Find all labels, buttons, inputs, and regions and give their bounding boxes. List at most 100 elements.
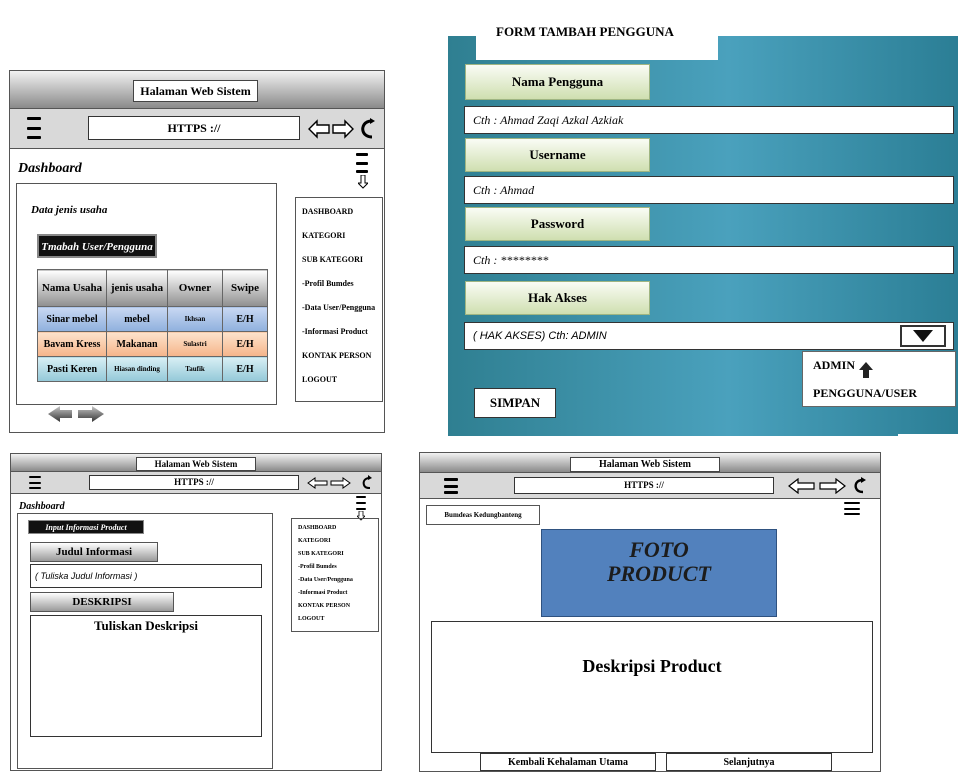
title-bar: Halaman Web Sistem — [11, 454, 381, 472]
back-forward-icon[interactable] — [788, 478, 846, 494]
menu-item-kategori[interactable]: KATEGORI — [302, 231, 345, 240]
table-cell: Ikhsan — [167, 306, 223, 332]
form-title: FORM TAMBAH PENGGUNA — [496, 24, 674, 39]
chevron-down-icon — [913, 330, 933, 342]
hamburger-icon[interactable] — [444, 478, 458, 494]
menu-item-kategori[interactable]: KATEGORI — [298, 538, 331, 544]
username-input[interactable]: Cth : Ahmad — [464, 176, 954, 204]
table-cell: mebel — [106, 306, 168, 332]
menu-item-logout[interactable]: LOGOUT — [298, 616, 324, 622]
menu-item-profil[interactable]: -Profil Bumdes — [298, 564, 337, 570]
menu-item-sub-kategori[interactable]: SUB KATEGORI — [302, 255, 363, 264]
username-input-text: Cth : Ahmad — [473, 182, 535, 197]
section-label: Data jenis usaha — [31, 204, 108, 216]
column-header[interactable]: jenis usaha — [106, 269, 168, 307]
password-input[interactable]: Cth : ******** — [464, 246, 954, 274]
dropdown-button[interactable] — [900, 325, 946, 347]
column-header[interactable]: Owner — [167, 269, 223, 307]
reload-icon[interactable] — [358, 117, 378, 141]
name-input[interactable]: Cth : Ahmad Zaqi Azkal Azkiak — [464, 106, 954, 134]
menu-item-kontak[interactable]: KONTAK PERSON — [298, 603, 350, 609]
option-admin[interactable]: ADMIN — [813, 358, 855, 373]
reload-icon[interactable] — [852, 477, 868, 495]
column-header[interactable]: Swipe — [222, 269, 268, 307]
desc-input-text: Tuliskan Deskripsi — [94, 618, 198, 633]
reload-icon[interactable] — [361, 475, 373, 491]
access-select[interactable]: ( HAK AKSES) Cth: ADMIN — [464, 322, 954, 350]
password-label: Password — [465, 207, 650, 241]
title-bar: Halaman Web Sistem — [10, 71, 384, 109]
desc-label: DESKRIPSI — [30, 592, 174, 612]
browser-toolbar: HTTPS :// — [11, 472, 381, 494]
pagination-arrows-icon[interactable] — [46, 405, 106, 423]
username-label: Username — [465, 138, 650, 172]
table-cell: Taufik — [167, 356, 223, 382]
menu-item-informasi[interactable]: -Informasi Product — [298, 590, 347, 596]
password-input-text: Cth : ******** — [473, 252, 549, 267]
menu-item-sub-kategori[interactable]: SUB KATEGORI — [298, 551, 344, 557]
product-detail-mockup: Halaman Web Sistem HTTPS :// Bumdeas Ked… — [419, 452, 881, 772]
access-label: Hak Akses — [465, 281, 650, 315]
browser-toolbar: HTTPS :// — [10, 109, 384, 149]
menu-item-logout[interactable]: LOGOUT — [302, 375, 337, 384]
option-user[interactable]: PENGGUNA/USER — [813, 386, 917, 401]
back-forward-icon[interactable] — [308, 119, 354, 139]
desc-input[interactable]: Tuliskan Deskripsi — [30, 615, 262, 737]
swipe-cell[interactable]: E/H — [222, 331, 268, 357]
description-text: Deskripsi Product — [582, 656, 722, 676]
menu-item-profil[interactable]: -Profil Bumdes — [302, 279, 354, 288]
url-bar[interactable]: HTTPS :// — [514, 477, 774, 494]
page-title: Dashboard — [19, 501, 65, 512]
panel-divider — [898, 434, 958, 436]
photo-label-line1: FOTO — [629, 537, 689, 562]
photo-label-line2: PRODUCT — [607, 561, 711, 587]
product-description: Deskripsi Product — [431, 621, 873, 753]
browser-toolbar: HTTPS :// — [420, 473, 880, 499]
table-cell: Pasti Keren — [37, 356, 107, 382]
window-title: Halaman Web Sistem — [570, 457, 720, 472]
table-cell: Makanan — [106, 331, 168, 357]
input-info-button[interactable]: Input Informasi Product — [28, 520, 144, 534]
dashboard-mockup: Halaman Web Sistem HTTPS :// Dashboard D… — [9, 70, 385, 433]
page-menu-icon[interactable] — [356, 496, 366, 510]
title-label: Judul Informasi — [30, 542, 158, 562]
table-row[interactable]: Pasti Keren Hiasan dinding Taufik E/H — [37, 356, 268, 382]
window-title: Halaman Web Sistem — [136, 457, 256, 471]
title-input-text: ( Tuliska Judul Informasi ) — [35, 571, 138, 581]
title-input[interactable]: ( Tuliska Judul Informasi ) — [30, 564, 262, 588]
add-user-button[interactable]: Tmabah User/Pengguna — [37, 234, 157, 258]
table-cell: Hiasan dinding — [106, 356, 168, 382]
table-cell: Sinar mebel — [37, 306, 107, 332]
hamburger-icon[interactable] — [29, 476, 41, 489]
menu-item-data-user[interactable]: -Data User/Pengguna — [302, 303, 375, 312]
menu-item-kontak[interactable]: KONTAK PERSON — [302, 351, 371, 360]
save-button[interactable]: SIMPAN — [474, 388, 556, 418]
window-title: Halaman Web Sistem — [133, 80, 258, 102]
product-photo: FOTO PRODUCT — [541, 529, 777, 617]
table-row[interactable]: Sinar mebel mebel Ikhsan E/H — [37, 306, 268, 332]
url-bar[interactable]: HTTPS :// — [88, 116, 300, 140]
swipe-cell[interactable]: E/H — [222, 356, 268, 382]
column-header[interactable]: Nama Usaha — [37, 269, 107, 307]
content-area: Data jenis usaha Tmabah User/Pengguna Na… — [16, 183, 277, 405]
table-row[interactable]: Bavam Kress Makanan Sulastri E/H — [37, 331, 268, 357]
menu-item-dashboard[interactable]: DASHBOARD — [298, 525, 336, 531]
site-name[interactable]: Bumdeas Kedungbanteng — [426, 505, 540, 525]
menu-item-informasi[interactable]: -Informasi Product — [302, 327, 368, 336]
down-arrow-icon — [358, 175, 368, 189]
business-table: Nama Usaha jenis usaha Owner Swipe Sinar… — [37, 269, 268, 382]
hamburger-icon[interactable] — [27, 117, 41, 139]
back-forward-icon[interactable] — [307, 477, 351, 489]
menu-item-dashboard[interactable]: DASHBOARD — [302, 207, 353, 216]
page-title: Dashboard — [18, 161, 82, 176]
page-menu-icon[interactable] — [844, 502, 860, 515]
swipe-cell[interactable]: E/H — [222, 306, 268, 332]
input-info-mockup: Halaman Web Sistem HTTPS :// Dashboard I… — [10, 453, 382, 771]
menu-item-data-user[interactable]: -Data User/Pengguna — [298, 577, 353, 583]
access-options: ADMIN PENGGUNA/USER — [802, 351, 956, 407]
cursor-icon — [859, 362, 873, 378]
back-home-button[interactable]: Kembali Kehalaman Utama — [480, 753, 656, 771]
next-button[interactable]: Selanjutnya — [666, 753, 832, 771]
url-bar[interactable]: HTTPS :// — [89, 475, 299, 490]
page-menu-icon[interactable] — [356, 153, 368, 173]
